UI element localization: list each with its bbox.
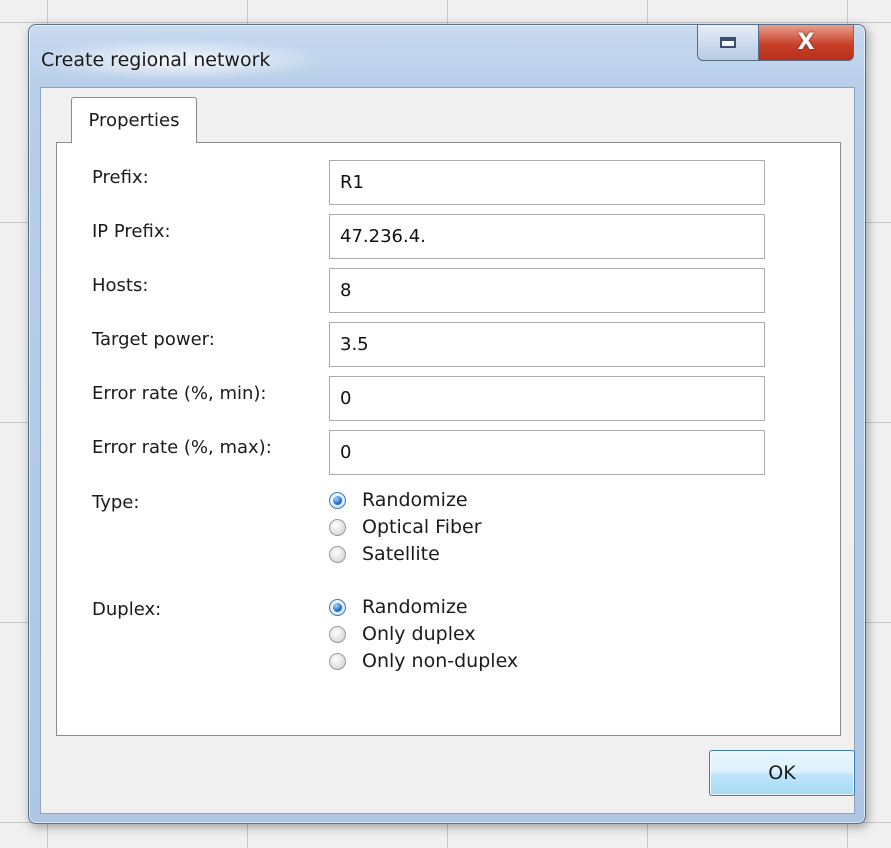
duplex-option-label: Only non-duplex [362,650,519,672]
radio-checked-icon [329,491,346,509]
dialog-body: Properties Prefix: IP Prefix: Hosts: Tar… [40,87,855,814]
radio-unchecked-icon [329,545,346,563]
prefix-label: Prefix: [92,167,149,188]
duplex-option-randomize[interactable]: Randomize [329,594,468,620]
radio-unchecked-icon [329,652,346,670]
ip-prefix-input[interactable] [329,214,765,259]
type-option-optical-fiber[interactable]: Optical Fiber [329,514,482,540]
hosts-input[interactable] [329,268,765,313]
hosts-label: Hosts: [92,275,149,296]
type-option-label: Randomize [362,489,468,511]
radio-checked-icon [329,598,346,616]
restore-icon [720,37,736,48]
radio-unchecked-icon [329,518,346,536]
restore-button[interactable] [697,25,759,61]
window-title: Create regional network [41,49,271,71]
duplex-option-only-non-duplex[interactable]: Only non-duplex [329,648,518,674]
target-power-label: Target power: [92,329,215,350]
error-rate-min-label: Error rate (%, min): [92,383,267,404]
duplex-option-label: Only duplex [362,623,476,645]
type-option-satellite[interactable]: Satellite [329,541,440,567]
target-power-input[interactable] [329,322,765,367]
type-option-label: Satellite [362,543,440,565]
error-rate-max-label: Error rate (%, max): [92,437,272,458]
type-label: Type: [92,492,140,513]
radio-unchecked-icon [329,625,346,643]
duplex-option-only-duplex[interactable]: Only duplex [329,621,476,647]
error-rate-min-input[interactable] [329,376,765,421]
duplex-option-label: Randomize [362,596,468,618]
type-option-randomize[interactable]: Randomize [329,487,468,513]
duplex-label: Duplex: [92,599,162,620]
prefix-input[interactable] [329,160,765,205]
close-icon: X [797,29,815,55]
close-button[interactable]: X [758,25,854,61]
ip-prefix-label: IP Prefix: [92,221,171,242]
tab-properties[interactable]: Properties [71,97,197,143]
ok-button[interactable]: OK [709,750,855,796]
title-bar[interactable]: Create regional network X [29,25,865,89]
dialog-window: Create regional network X Properties Pre… [28,24,866,824]
error-rate-max-input[interactable] [329,430,765,475]
type-option-label: Optical Fiber [362,516,482,538]
properties-panel: Prefix: IP Prefix: Hosts: Target power: … [56,142,841,736]
